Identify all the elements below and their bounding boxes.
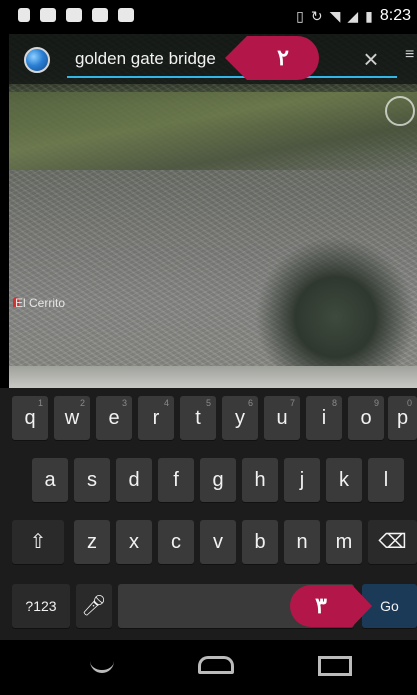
key-p[interactable]: p0 [388,396,417,440]
navigation-bar [0,640,417,695]
compass-icon[interactable] [385,96,415,126]
key-l[interactable]: l [368,458,404,502]
key-d[interactable]: d [116,458,152,502]
download-icon [18,8,30,22]
key-y[interactable]: y6 [222,396,258,440]
gamepad-icon [118,8,134,22]
key-g[interactable]: g [200,458,236,502]
image-icon [92,8,108,22]
key-v[interactable]: v [200,520,236,564]
earth-icon[interactable] [24,47,50,73]
key-i[interactable]: i8 [306,396,342,440]
key-m[interactable]: m [326,520,362,564]
key-k[interactable]: k [326,458,362,502]
vibrate-icon: ▯ [296,8,304,24]
key-w[interactable]: w2 [54,396,90,440]
notification-icons [18,8,134,22]
key-j[interactable]: j [284,458,320,502]
chat-icon [40,8,56,22]
key-h[interactable]: h [242,458,278,502]
key-e[interactable]: e3 [96,396,132,440]
key-o[interactable]: o9 [348,396,384,440]
mic-icon[interactable]: 🎤︎ [76,584,112,628]
shoreline [9,366,417,388]
phone-screen: ▯ ↻ ◥ ◢ ▮ 8:23 El Cerrito × ≡ ٢ q1 w2 e3… [0,0,417,695]
backspace-icon[interactable]: ⌫ [368,520,417,564]
shift-icon[interactable]: ⇧ [12,520,64,564]
key-q[interactable]: q1 [12,396,48,440]
key-r[interactable]: r4 [138,396,174,440]
place-label[interactable]: El Cerrito [15,296,65,310]
callout-badge-3: ٣ [290,585,372,627]
battery-icon: ▮ [365,8,373,24]
key-s[interactable]: s [74,458,110,502]
key-x[interactable]: x [116,520,152,564]
back-icon[interactable] [90,660,114,673]
symbols-key[interactable]: ?123 [12,584,70,628]
system-status: ▯ ↻ ◥ ◢ ▮ 8:23 [296,7,411,25]
app-notification-icon [66,8,82,22]
key-z[interactable]: z [74,520,110,564]
key-t[interactable]: t5 [180,396,216,440]
satellite-map[interactable]: El Cerrito [9,34,417,388]
clock: 8:23 [379,7,411,24]
home-icon[interactable] [198,656,234,674]
recents-icon[interactable] [318,656,352,676]
layers-icon[interactable]: ≡ [405,47,417,71]
key-f[interactable]: f [158,458,194,502]
key-a[interactable]: a [32,458,68,502]
key-n[interactable]: n [284,520,320,564]
hillside [9,92,417,170]
status-bar: ▯ ↻ ◥ ◢ ▮ 8:23 [0,0,417,34]
key-c[interactable]: c [158,520,194,564]
signal-icon: ◢ [347,8,359,24]
sync-icon: ↻ [310,8,323,24]
callout-badge-2: ٢ [225,36,319,80]
key-u[interactable]: u7 [264,396,300,440]
wifi-icon: ◥ [329,8,341,24]
key-b[interactable]: b [242,520,278,564]
search-bar: × ≡ [9,34,417,84]
close-icon[interactable]: × [359,46,383,72]
